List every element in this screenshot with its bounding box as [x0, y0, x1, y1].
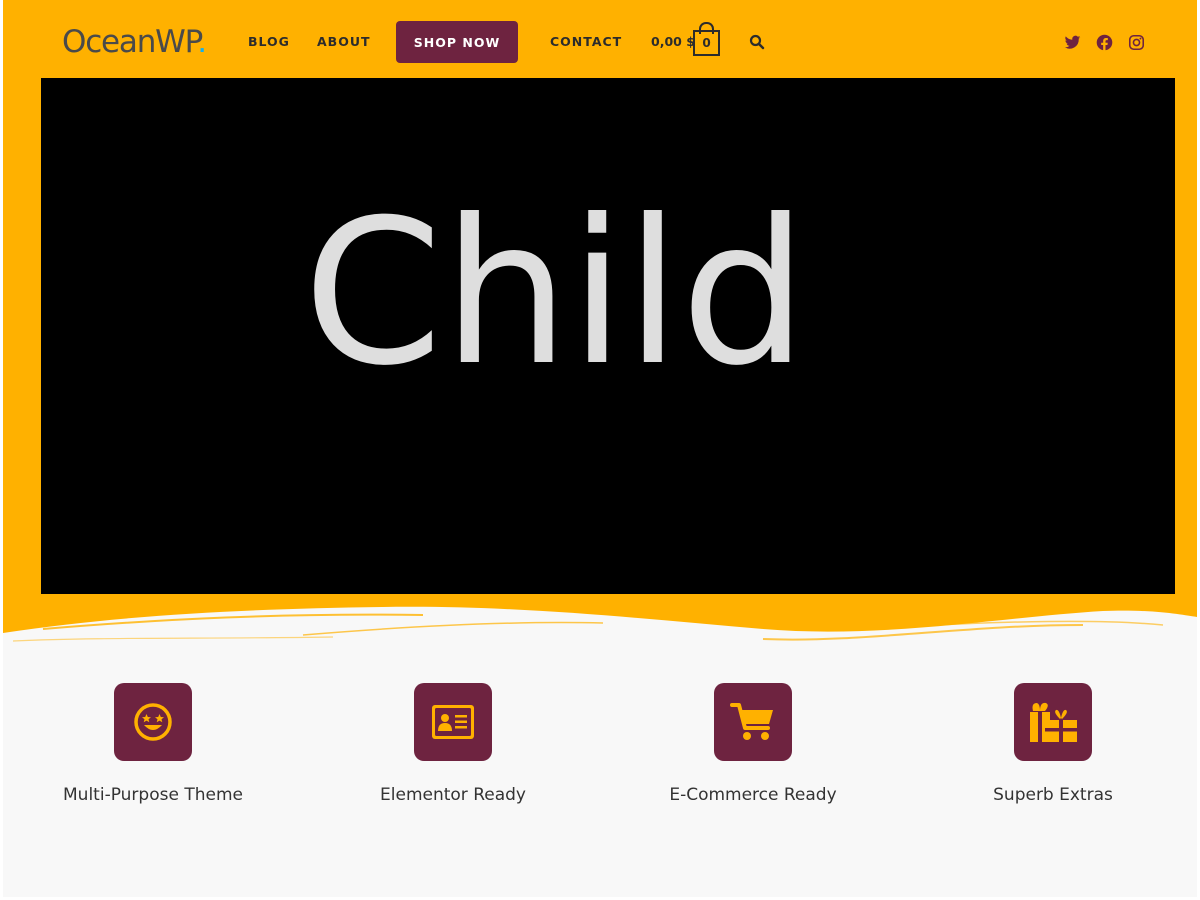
video-title: Child	[303, 177, 808, 410]
hero-wave-divider	[3, 606, 1197, 665]
feature-label: Superb Extras	[993, 785, 1113, 805]
twitter-icon[interactable]	[1064, 34, 1081, 51]
logo-dot: .	[197, 24, 207, 60]
hero-video[interactable]: Child	[41, 78, 1175, 594]
feature-multi-purpose: Multi-Purpose Theme	[3, 683, 303, 823]
feature-label: Elementor Ready	[380, 785, 526, 805]
feature-label: Multi-Purpose Theme	[63, 785, 243, 805]
gifts-icon	[1030, 702, 1077, 742]
feature-icon-box	[1014, 683, 1092, 761]
cart-total[interactable]: 0,00 $	[651, 34, 695, 50]
feature-label: E-Commerce Ready	[669, 785, 837, 805]
instagram-icon[interactable]	[1128, 34, 1145, 51]
shopping-cart-icon	[730, 703, 773, 740]
site-logo[interactable]: OceanWP.	[62, 22, 207, 62]
nav-about[interactable]: ABOUT	[317, 34, 371, 50]
shop-now-button[interactable]: SHOP NOW	[396, 21, 518, 63]
logo-text: OceanWP	[62, 24, 198, 60]
facebook-icon[interactable]	[1096, 34, 1113, 51]
feature-extras: Superb Extras	[903, 683, 1197, 823]
feature-elementor: Elementor Ready	[303, 683, 603, 823]
cart-bag-icon[interactable]: 0	[693, 22, 720, 56]
cart-count: 0	[693, 30, 720, 56]
feature-icon-box	[114, 683, 192, 761]
id-card-icon	[432, 705, 474, 739]
search-icon[interactable]	[749, 34, 765, 50]
feature-icon-box	[714, 683, 792, 761]
nav-contact[interactable]: CONTACT	[550, 34, 622, 50]
feature-ecommerce: E-Commerce Ready	[603, 683, 903, 823]
nav-blog[interactable]: BLOG	[248, 34, 290, 50]
smiley-star-eyes-icon	[134, 703, 172, 741]
feature-icon-box	[414, 683, 492, 761]
page: OceanWP. BLOG ABOUT SHOP NOW CONTACT 0,0…	[3, 0, 1197, 897]
